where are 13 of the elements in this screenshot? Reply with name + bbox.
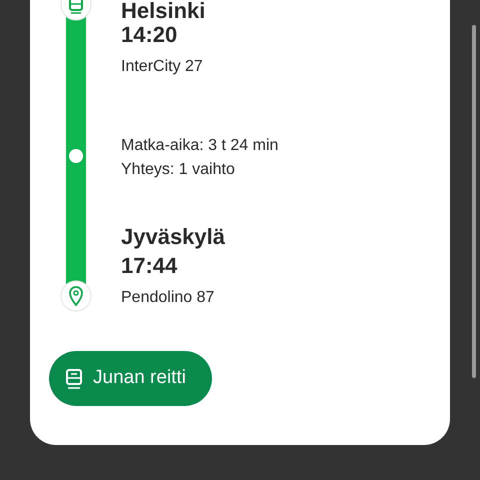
time-label: 17:44 xyxy=(121,253,178,279)
station-name: Helsinki xyxy=(121,0,206,22)
stop-dot xyxy=(69,149,83,163)
route-button[interactable]: Junan reitti xyxy=(49,351,212,406)
station-name: Jyväskylä xyxy=(121,224,226,250)
train-icon xyxy=(65,368,83,388)
connection-info: Yhteys: 1 vaihto xyxy=(121,160,236,180)
location-pin-icon xyxy=(60,280,92,312)
travel-time: Matka-aika: 3 t 24 min xyxy=(121,136,278,156)
train-name: Pendolino 87 xyxy=(121,288,216,308)
train-name: InterCity 27 xyxy=(121,57,204,77)
scrollbar[interactable] xyxy=(472,25,476,378)
time-label: 14:20 xyxy=(121,22,178,48)
